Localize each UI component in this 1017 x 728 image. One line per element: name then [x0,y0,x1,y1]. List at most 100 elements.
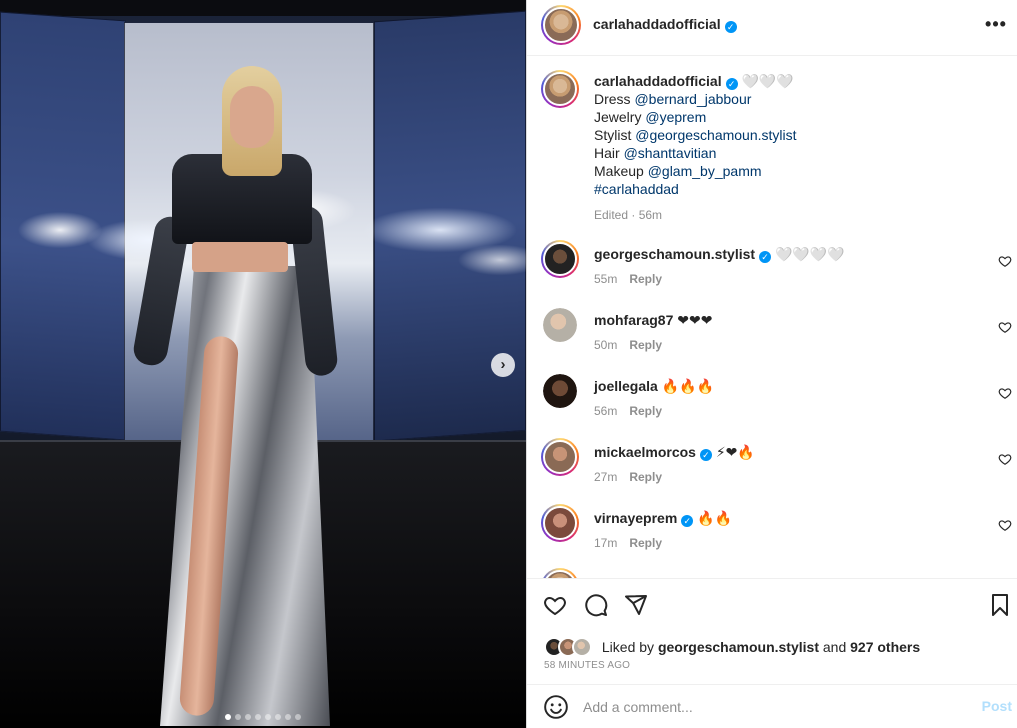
comment-avatar[interactable] [541,568,579,578]
avatar-image [543,506,577,540]
comment-text: 🔥🔥🔥 [661,378,714,394]
share-icon[interactable] [624,593,648,617]
comment-meta: 56m Reply [594,402,974,420]
comment-meta: 27m Reply [594,468,974,486]
caption-username[interactable]: carlahaddadofficial [594,73,722,89]
likes-connector: and [822,639,847,655]
comment-body: virnayeprem ✓ 🔥🔥 17m Reply [594,509,974,552]
credit-label: Jewelry [594,109,642,125]
comment-thread[interactable]: carlahaddadofficial ✓ 🤍🤍🤍 Dress @bernard_… [527,56,1017,578]
reply-button[interactable]: Reply [629,470,662,484]
post-actions: Liked by georgeschamoun.stylist and 927 … [527,578,1017,684]
carousel-dot [255,714,261,720]
reply-button[interactable]: Reply [629,272,662,286]
verified-badge-icon: ✓ [699,449,712,461]
comment-like-heart-icon[interactable] [998,518,1012,532]
likes-user-link[interactable]: georgeschamoun.stylist [658,639,819,655]
credit-mention-link[interactable]: @bernard_jabbour [634,91,751,107]
comment-body: mohfarag87 ❤❤❤ 50m Reply [594,311,974,354]
comment-body: mickaelmorcos ✓ ⚡❤🔥 27m Reply [594,443,974,486]
liker-avatar [572,637,592,657]
reply-button[interactable]: Reply [629,404,662,418]
credit-label: Hair [594,145,620,161]
likes-text: Liked by georgeschamoun.stylist and 927 … [602,639,920,655]
emoji-icon[interactable] [543,694,569,720]
comment-avatar[interactable] [541,504,579,542]
author-avatar[interactable] [541,5,581,45]
comment-item: virnayeprem ✓ 🔥🔥 17m Reply [527,504,1017,564]
comment-meta: 17m Reply [594,534,974,552]
comment-meta: 55m Reply [594,270,974,288]
comment-avatar[interactable] [543,374,577,408]
heart-icon[interactable] [543,593,567,617]
credit-label: Stylist [594,127,632,143]
likes-prefix: Liked by [601,639,655,655]
caption-avatar[interactable] [541,70,579,108]
comment-input[interactable] [583,695,953,719]
likes-others-link[interactable]: 927 others [850,639,920,655]
comment-username[interactable]: joellegala [594,378,658,394]
carousel-dot [225,714,231,720]
author-username[interactable]: carlahaddadofficial [593,16,721,32]
comment-item: mohfarag87 ❤❤❤ 50m Reply [527,306,1017,366]
credit-mention-link[interactable]: @glam_by_pamm [648,163,762,179]
verified-badge-icon: ✓ [724,21,737,33]
comment-like-heart-icon[interactable] [998,320,1012,334]
verified-badge-icon: ✓ [681,515,694,527]
comment-item: georgeschamoun.stylist ✓ 🤍🤍🤍🤍 55m Reply [527,240,1017,300]
comment-like-heart-icon[interactable] [998,254,1012,268]
caption-credit-line: Hair @shanttavitian [594,144,994,162]
post-timestamp[interactable]: 58 MINUTES AGO [544,660,630,671]
avatar-image [543,7,579,43]
model-figure [131,66,340,726]
comment-username[interactable]: georgeschamoun.stylist [594,246,755,262]
comment-username[interactable]: virnayeprem [594,510,677,526]
liked-by-avatars [544,637,598,657]
comment-text: ❤❤❤ [677,312,713,328]
verified-badge-icon: ✓ [759,251,772,263]
carousel-next-button[interactable]: › [491,353,515,377]
comment-body: joellegala 🔥🔥🔥 56m Reply [594,377,974,420]
credit-label: Dress [594,91,631,107]
post-comment-button[interactable]: Post [982,698,1012,714]
credit-mention-link[interactable]: @shanttavitian [624,145,717,161]
bookmark-icon[interactable] [988,593,1012,617]
more-options-icon[interactable]: ••• [984,13,1008,37]
credit-mention-link[interactable]: @georgeschamoun.stylist [635,127,796,143]
avatar-image [543,72,577,106]
carousel-dot [265,714,271,720]
comment-text: 🔥🔥 [697,510,733,526]
carousel-dot [275,714,281,720]
comment-like-heart-icon[interactable] [998,386,1012,400]
comment-avatar[interactable] [543,308,577,342]
likes-summary: Liked by georgeschamoun.stylist and 927 … [544,637,920,657]
credit-label: Makeup [594,163,644,179]
author-name-row: carlahaddadofficial ✓ [593,16,737,34]
caption-emojis: 🤍🤍🤍 [741,73,794,89]
carousel-dot [235,714,241,720]
comment-username[interactable]: mohfarag87 [594,312,673,328]
comment-icon[interactable] [584,593,608,617]
caption-credit-line: Makeup @glam_by_pamm [594,162,994,180]
reply-button[interactable]: Reply [629,338,662,352]
comment-body: georgeschamoun.stylist ✓ 🤍🤍🤍🤍 55m Reply [594,245,974,288]
caption-credit-line: Stylist @georgeschamoun.stylist [594,126,994,144]
comment-username[interactable]: mickaelmorcos [594,444,696,460]
comment-time: 17m [594,536,618,550]
carousel-dot [245,714,251,720]
comment-text: ⚡❤🔥 [715,444,755,460]
hashtag-link[interactable]: #carlahaddad [594,180,994,198]
post-photo[interactable]: › [0,0,526,728]
verified-badge-icon: ✓ [725,78,738,90]
carousel-indicator [0,714,526,720]
comment-text: 🤍🤍🤍🤍 [774,246,845,262]
caption-credit-line: Dress @bernard_jabbour [594,90,994,108]
carousel-dot [295,714,301,720]
credit-mention-link[interactable]: @yeprem [645,109,706,125]
comment-like-heart-icon[interactable] [998,452,1012,466]
reply-button[interactable]: Reply [629,536,662,550]
comment-item: joellegala 🔥🔥🔥 56m Reply [527,372,1017,432]
comment-avatar[interactable] [541,438,579,476]
comment-meta: 50m Reply [594,336,974,354]
comment-avatar[interactable] [541,240,579,278]
